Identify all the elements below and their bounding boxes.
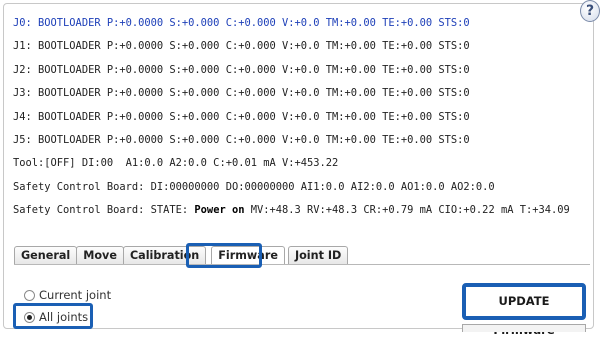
update-firmware-button[interactable]: UPDATE Firmware bbox=[462, 283, 586, 337]
status-line-j5[interactable]: J5: BOOTLOADER P:+0.0000 S:+0.000 C:+0.0… bbox=[13, 129, 570, 152]
safety-state-prefix: Safety Control Board: STATE: bbox=[13, 204, 195, 217]
radio-current-joint-button[interactable] bbox=[24, 289, 35, 301]
tab-firmware[interactable]: Firmware bbox=[211, 246, 285, 265]
tab-general[interactable]: General bbox=[14, 246, 78, 265]
radio-all-joints-button[interactable] bbox=[24, 311, 35, 323]
radio-all-joints-label: All joints bbox=[39, 310, 89, 324]
lower-button-stub[interactable] bbox=[462, 324, 586, 332]
tab-joint-id[interactable]: Joint ID bbox=[287, 246, 349, 265]
radio-current-joint-label: Current joint bbox=[39, 288, 112, 302]
tab-divider bbox=[14, 264, 590, 265]
status-line-j2[interactable]: J2: BOOTLOADER P:+0.0000 S:+0.000 C:+0.0… bbox=[13, 59, 570, 82]
help-icon[interactable]: ? bbox=[580, 0, 600, 22]
status-line-safety-io[interactable]: Safety Control Board: DI:00000000 DO:000… bbox=[13, 176, 570, 199]
status-line-j4[interactable]: J4: BOOTLOADER P:+0.0000 S:+0.000 C:+0.0… bbox=[13, 106, 570, 129]
status-line-safety-state[interactable]: Safety Control Board: STATE: Power on MV… bbox=[13, 199, 570, 222]
safety-state-suffix: MV:+48.3 RV:+48.3 CR:+0.79 mA CIO:+0.22 … bbox=[244, 204, 570, 217]
status-line-j3[interactable]: J3: BOOTLOADER P:+0.0000 S:+0.000 C:+0.0… bbox=[13, 82, 570, 105]
tab-bar: General Move Calibration Firmware Joint … bbox=[14, 246, 349, 265]
joint-status-list: J0: BOOTLOADER P:+0.0000 S:+0.000 C:+0.0… bbox=[13, 12, 570, 223]
status-line-j1[interactable]: J1: BOOTLOADER P:+0.0000 S:+0.000 C:+0.0… bbox=[13, 35, 570, 58]
radio-current-joint[interactable]: Current joint bbox=[24, 287, 111, 303]
radio-all-joints[interactable]: All joints bbox=[24, 309, 88, 325]
status-line-tool[interactable]: Tool:[OFF] DI:00 A1:0.0 A2:0.0 C:+0.01 m… bbox=[13, 152, 570, 175]
tab-calibration[interactable]: Calibration bbox=[122, 246, 207, 265]
tab-move[interactable]: Move bbox=[76, 246, 124, 265]
safety-state-value: Power on bbox=[194, 204, 245, 217]
status-line-j0[interactable]: J0: BOOTLOADER P:+0.0000 S:+0.000 C:+0.0… bbox=[13, 12, 570, 35]
